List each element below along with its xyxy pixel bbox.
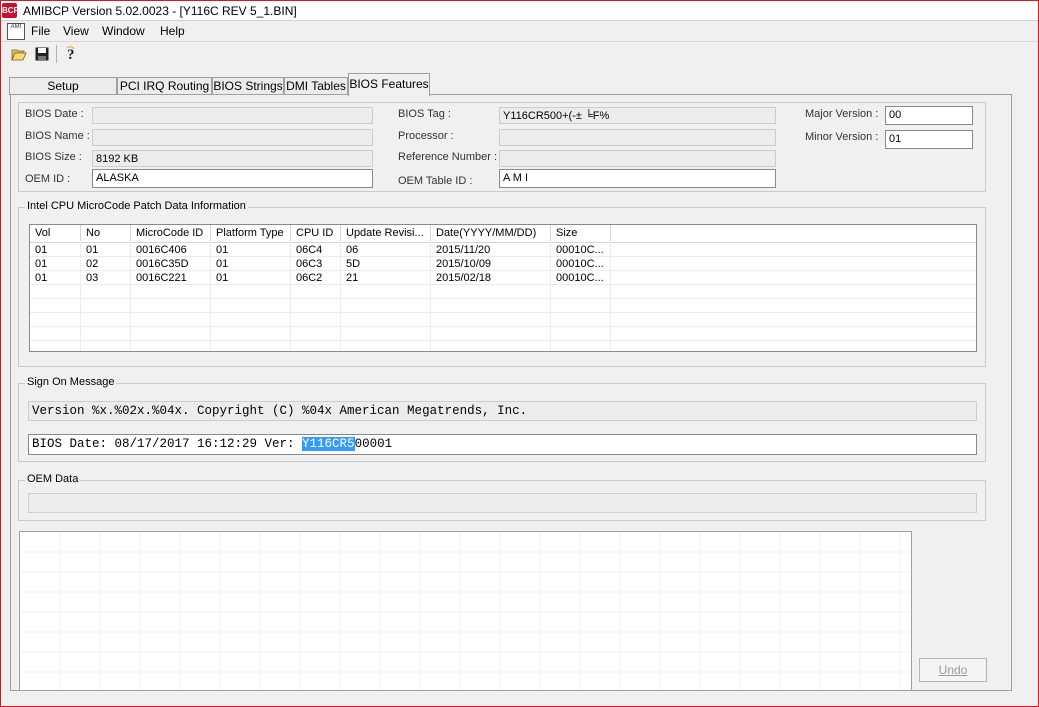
column-microcode-id[interactable]: MicroCode ID (131, 225, 211, 241)
svg-text:?: ? (67, 47, 75, 62)
minor-version-label: Minor Version : (805, 131, 879, 143)
reference-number-label: Reference Number : (398, 151, 498, 163)
column-update-revision[interactable]: Update Revisi... (341, 225, 431, 241)
tab-dmi-tables[interactable]: DMI Tables (284, 77, 348, 95)
sign-on-line2-field[interactable]: BIOS Date: 08/17/2017 16:12:29 Ver: Y116… (28, 434, 977, 455)
cell-platform-type: 01 (216, 244, 229, 256)
major-version-field[interactable]: 00 (885, 106, 973, 125)
tab-setup-configuration[interactable]: Setup Configuration (9, 77, 117, 110)
grid-line (30, 326, 976, 327)
grid-line (30, 298, 976, 299)
table-row[interactable]: 01 01 0016C406 01 06C4 06 2015/11/20 000… (30, 243, 976, 257)
bios-name-label: BIOS Name : (25, 130, 90, 142)
window-title: AMIBCP Version 5.02.0023 - [Y116C REV 5_… (23, 4, 297, 18)
oem-id-field[interactable]: ALASKA (92, 169, 373, 188)
bios-date-field[interactable] (92, 107, 373, 124)
open-icon (11, 49, 27, 61)
document-menu-icon[interactable]: AMI (7, 23, 25, 40)
sign-on-line2-suffix: 00001 (354, 437, 393, 451)
minor-version-field[interactable]: 01 (885, 130, 973, 149)
tab-bios-strings[interactable]: BIOS Strings (212, 77, 284, 95)
menu-help[interactable]: Help (160, 24, 185, 38)
grid-line (30, 312, 976, 313)
microcode-table-header: Vol No MicroCode ID Platform Type CPU ID… (30, 225, 976, 243)
cell-date: 2015/02/18 (436, 272, 492, 284)
cell-vol: 01 (35, 258, 48, 270)
menu-window[interactable]: Window (102, 24, 145, 38)
main-window: BCP AMIBCP Version 5.02.0023 - [Y116C RE… (0, 0, 1039, 707)
column-cpu-id[interactable]: CPU ID (291, 225, 341, 241)
oem-id-label: OEM ID : (25, 173, 71, 185)
bios-size-field[interactable]: 8192 KB (92, 150, 373, 167)
column-no[interactable]: No (81, 225, 131, 241)
help-button[interactable]: ? (61, 44, 81, 64)
data-grid-area[interactable] (19, 531, 912, 691)
bios-size-label: BIOS Size : (25, 151, 82, 163)
major-version-label: Major Version : (805, 108, 879, 120)
sign-on-line1-field[interactable]: Version %x.%02x.%04x. Copyright (C) %04x… (28, 401, 977, 421)
open-button[interactable] (9, 44, 29, 64)
microcode-group-title: Intel CPU MicroCode Patch Data Informati… (25, 200, 248, 212)
sign-on-group-title: Sign On Message (25, 376, 117, 388)
cell-update-revision: 5D (346, 258, 361, 270)
table-row[interactable]: 01 03 0016C221 01 06C2 21 2015/02/18 000… (30, 271, 976, 285)
processor-field[interactable] (499, 129, 776, 146)
column-vol[interactable]: Vol (30, 225, 81, 241)
reference-number-field[interactable] (499, 150, 776, 167)
cell-cpu-id: 06C3 (296, 258, 323, 270)
oem-table-id-field[interactable]: A M I (499, 169, 776, 188)
app-icon[interactable]: BCP (2, 3, 19, 18)
bios-name-field[interactable] (92, 129, 373, 146)
toolbar: ? (1, 41, 1038, 68)
title-bar[interactable]: BCP AMIBCP Version 5.02.0023 - [Y116C RE… (1, 1, 1038, 21)
tab-pci-irq-routing[interactable]: PCI IRQ Routing (117, 77, 212, 95)
cell-size: 00010C... (556, 272, 604, 284)
cell-no: 03 (86, 272, 99, 284)
menu-view[interactable]: View (63, 24, 89, 38)
undo-button[interactable]: Undo (919, 658, 987, 682)
cell-size: 00010C... (556, 258, 604, 270)
tab-bios-features[interactable]: BIOS Features (348, 73, 430, 96)
cell-update-revision: 21 (346, 272, 359, 284)
cell-cpu-id: 06C2 (296, 272, 323, 284)
cell-size: 00010C... (556, 244, 604, 256)
cell-no: 02 (86, 258, 99, 270)
save-icon (35, 47, 49, 61)
processor-label: Processor : (398, 130, 454, 142)
cell-platform-type: 01 (216, 258, 229, 270)
cell-cpu-id: 06C4 (296, 244, 323, 256)
oem-data-field[interactable] (28, 493, 977, 513)
grid-line (30, 340, 976, 341)
sign-on-selected-text: Y116CR5 (302, 437, 355, 451)
cell-microcode-id: 0016C221 (136, 272, 187, 284)
microcode-table[interactable]: Vol No MicroCode ID Platform Type CPU ID… (29, 224, 977, 352)
menu-bar: AMI File View Window Help (1, 21, 1038, 41)
menu-file[interactable]: File (31, 24, 50, 38)
save-button[interactable] (32, 44, 52, 64)
oem-data-group-title: OEM Data (25, 473, 81, 485)
cell-date: 2015/11/20 (436, 244, 491, 256)
sign-on-line2-prefix: BIOS Date: 08/17/2017 16:12:29 Ver: (32, 437, 303, 451)
cell-update-revision: 06 (346, 244, 359, 256)
bios-date-label: BIOS Date : (25, 108, 84, 120)
cell-vol: 01 (35, 244, 48, 256)
cell-platform-type: 01 (216, 272, 229, 284)
column-platform-type[interactable]: Platform Type (211, 225, 291, 241)
cell-microcode-id: 0016C35D (136, 258, 189, 270)
cell-microcode-id: 0016C406 (136, 244, 187, 256)
cell-date: 2015/10/09 (436, 258, 492, 270)
column-date[interactable]: Date(YYYY/MM/DD) (431, 225, 551, 241)
cell-vol: 01 (35, 272, 48, 284)
bios-tag-label: BIOS Tag : (398, 108, 451, 120)
help-icon: ? (66, 46, 75, 62)
table-row[interactable]: 01 02 0016C35D 01 06C3 5D 2015/10/09 000… (30, 257, 976, 271)
toolbar-separator (56, 45, 57, 63)
oem-table-id-label: OEM Table ID : (398, 175, 473, 187)
bios-tag-field[interactable]: Y116CR500+(-± ╘F% (499, 107, 776, 124)
column-size[interactable]: Size (551, 225, 611, 241)
grid-lines (20, 532, 911, 690)
cell-no: 01 (86, 244, 99, 256)
